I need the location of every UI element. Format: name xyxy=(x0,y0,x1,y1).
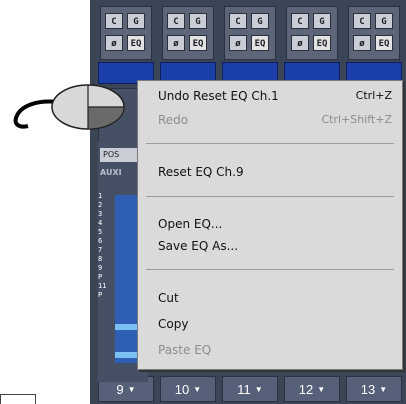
c-button[interactable]: C xyxy=(229,13,247,29)
aux-number: 11 xyxy=(98,282,107,290)
phase-button[interactable]: ø xyxy=(229,35,247,51)
eq-button[interactable]: EQ xyxy=(127,35,145,51)
channel-button-group: C G ø EQ xyxy=(224,6,276,60)
aux-label: AUXI xyxy=(100,168,122,177)
frame-corner xyxy=(0,394,36,404)
menu-item-save-eq-as[interactable]: Save EQ As... xyxy=(158,237,238,255)
channel-number-label: 10 xyxy=(174,382,190,397)
aux-number: 3 xyxy=(98,210,103,218)
menu-shortcut-undo: Ctrl+Z xyxy=(355,89,392,102)
pos-button[interactable]: POS xyxy=(100,148,140,162)
aux-number: 4 xyxy=(98,219,103,227)
menu-shortcut-redo: Ctrl+Shift+Z xyxy=(321,113,392,126)
channel-number-label: 11 xyxy=(237,382,251,397)
g-button[interactable]: G xyxy=(127,13,145,29)
aux-number: 1 xyxy=(98,192,103,200)
dropdown-triangle-icon[interactable]: ▼ xyxy=(255,385,263,394)
channel-button-group: C G ø EQ xyxy=(286,6,338,60)
eq-button[interactable]: EQ xyxy=(189,35,207,51)
menu-item-cut[interactable]: Cut xyxy=(158,289,179,307)
aux-meter-marker xyxy=(115,352,137,358)
aux-number: 8 xyxy=(98,255,103,263)
aux-number: 9 xyxy=(98,264,103,272)
menu-item-redo[interactable]: Redo xyxy=(158,111,188,129)
aux-number: 7 xyxy=(98,246,103,254)
menu-separator xyxy=(146,143,394,144)
channel-number-label: 12 xyxy=(298,382,314,397)
aux-meter xyxy=(115,195,137,363)
channel-number[interactable]: 13 ▼ xyxy=(346,376,402,402)
dropdown-triangle-icon[interactable]: ▼ xyxy=(317,385,325,394)
dropdown-triangle-icon[interactable]: ▼ xyxy=(193,385,201,394)
channel-number-label: 9 xyxy=(116,382,124,397)
menu-item-paste-eq[interactable]: Paste EQ xyxy=(158,341,211,359)
channel-number[interactable]: 11 ▼ xyxy=(222,376,278,402)
dropdown-triangle-icon[interactable]: ▼ xyxy=(128,385,136,394)
aux-number: 2 xyxy=(98,201,103,209)
channel-button-group: C G ø EQ xyxy=(100,6,152,60)
eq-button[interactable]: EQ xyxy=(313,35,331,51)
c-button[interactable]: C xyxy=(353,13,371,29)
menu-item-undo[interactable]: Undo Reset EQ Ch.1 xyxy=(158,87,279,105)
eq-button[interactable]: EQ xyxy=(375,35,393,51)
c-button[interactable]: C xyxy=(167,13,185,29)
c-button[interactable]: C xyxy=(291,13,309,29)
channel-button-group: C G ø EQ xyxy=(162,6,214,60)
menu-separator xyxy=(146,196,394,197)
menu-separator xyxy=(146,269,394,270)
channel-number[interactable]: 12 ▼ xyxy=(284,376,340,402)
menu-item-open-eq[interactable]: Open EQ... xyxy=(158,215,222,233)
menu-item-copy[interactable]: Copy xyxy=(158,315,188,333)
channel-number[interactable]: 10 ▼ xyxy=(160,376,216,402)
dropdown-triangle-icon[interactable]: ▼ xyxy=(379,385,387,394)
mouse-right-click-icon xyxy=(13,84,125,130)
context-menu: Undo Reset EQ Ch.1 Ctrl+Z Redo Ctrl+Shif… xyxy=(137,80,403,370)
aux-number: 6 xyxy=(98,237,103,245)
g-button[interactable]: G xyxy=(313,13,331,29)
phase-button[interactable]: ø xyxy=(291,35,309,51)
g-button[interactable]: G xyxy=(251,13,269,29)
aux-number: P xyxy=(98,273,103,281)
phase-button[interactable]: ø xyxy=(353,35,371,51)
menu-item-reset-eq[interactable]: Reset EQ Ch.9 xyxy=(158,163,244,181)
eq-button[interactable]: EQ xyxy=(251,35,269,51)
channel-number-label: 13 xyxy=(360,382,376,397)
phase-button[interactable]: ø xyxy=(167,35,185,51)
channel-button-group: C G ø EQ xyxy=(348,6,400,60)
g-button[interactable]: G xyxy=(189,13,207,29)
c-button[interactable]: C xyxy=(105,13,123,29)
aux-meter-marker xyxy=(115,324,137,330)
aux-number: P xyxy=(98,291,103,299)
aux-number-list: 1 2 3 4 5 6 7 8 9 P 11 P xyxy=(98,192,112,300)
g-button[interactable]: G xyxy=(375,13,393,29)
phase-button[interactable]: ø xyxy=(105,35,123,51)
aux-number: 5 xyxy=(98,228,103,236)
